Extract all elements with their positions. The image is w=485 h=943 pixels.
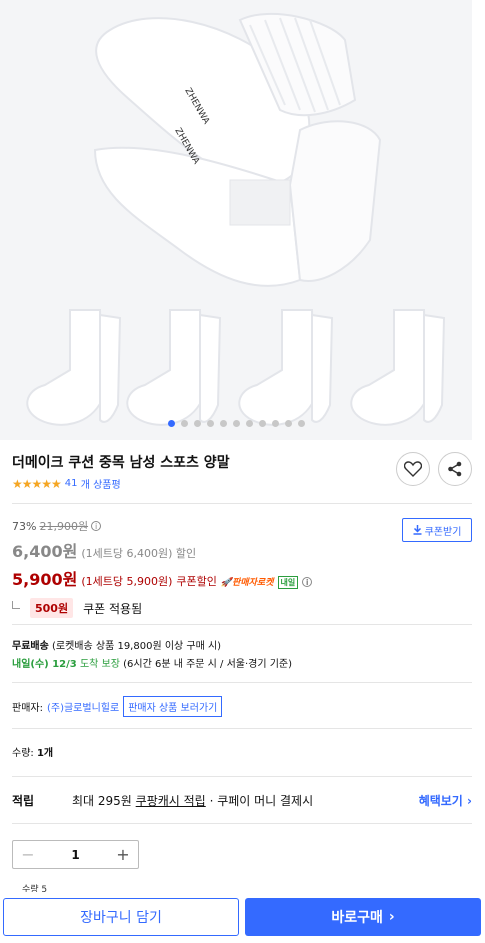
increase-button[interactable]: + (108, 845, 138, 864)
share-button[interactable] (438, 452, 472, 486)
download-icon (413, 525, 422, 535)
buy-now-button[interactable]: 바로구매 › (245, 898, 481, 936)
benefits-link[interactable]: 혜택보기 › (419, 792, 472, 809)
review-count[interactable]: 41 (65, 478, 78, 489)
divider (12, 503, 472, 504)
benefits-link-label: 혜택보기 (418, 794, 463, 808)
coupon-download-button[interactable]: 쿠폰받기 (402, 518, 472, 542)
gallery-dot[interactable] (167, 420, 175, 427)
product-image-gallery[interactable]: ZHENWA ZHENWA (0, 0, 472, 440)
gallery-pagination[interactable] (0, 420, 472, 427)
gallery-edge (472, 0, 485, 440)
quantity-stepper[interactable]: − 1 + (12, 840, 139, 869)
coupon-amount-badge: 500원 (30, 598, 74, 618)
cart-button-label: 장바구니 담기 (80, 910, 162, 926)
tomorrow-badge: 내일 (277, 576, 299, 589)
add-to-cart-button[interactable]: 장바구니 담기 (3, 898, 239, 936)
wishlist-button[interactable] (396, 452, 430, 486)
free-shipping-desc: (로켓배송 상품 19,800원 이상 구매 시) (52, 641, 222, 652)
shipping-info: 무료배송 (로켓배송 상품 19,800원 이상 구매 시) 내일(수) 12/… (12, 638, 292, 674)
product-header: 더메이크 쿠션 중목 남성 스포츠 양말 ★★★★★ 41 개 상품평 (12, 452, 472, 492)
gallery-dot[interactable] (245, 420, 253, 427)
info-icon[interactable]: i (302, 577, 313, 587)
coupon-price: 5,900원 (12, 570, 78, 589)
price-block: 73% 21,900원 i 6,400원 (1세트당 6,400원) 할인 5,… (12, 518, 472, 618)
gallery-dot[interactable] (284, 420, 292, 427)
coupon-applied-line: 500원 쿠폰 적용됨 (12, 598, 472, 618)
arrival-desc: (6시간 6분 내 주문 시 / 서울·경기 기준) (123, 659, 293, 670)
gallery-dot[interactable] (271, 420, 279, 427)
product-rating[interactable]: ★★★★★ 41 개 상품평 (12, 476, 121, 492)
gallery-dot[interactable] (219, 420, 227, 427)
chevron-right-icon: › (388, 909, 395, 925)
arrival-guarantee: 도착 보장 (79, 659, 120, 670)
product-image: ZHENWA ZHENWA (26, 12, 446, 426)
coupon-label: 쿠폰할인 (176, 575, 217, 588)
seller-products-button[interactable]: 판매자 상품 보러가기 (123, 696, 223, 717)
sale-price: 6,400원 (12, 542, 78, 561)
coupon-applied-text: 쿠폰 적용됨 (83, 601, 143, 616)
discount-rate: 73% (12, 519, 37, 533)
share-icon (448, 461, 462, 477)
info-icon[interactable]: i (91, 521, 102, 531)
coupon-unit: (1세트당 5,900원) (81, 575, 173, 588)
free-shipping-label: 무료배송 (12, 641, 49, 652)
bottom-action-bar: 장바구니 담기 바로구매 › (0, 892, 485, 943)
divider (12, 682, 472, 683)
divider (12, 823, 472, 824)
quantity-label: 수량: (12, 748, 34, 759)
original-price: 21,900원 (39, 520, 89, 533)
gallery-dot[interactable] (180, 420, 188, 427)
chevron-right-icon: › (467, 794, 472, 808)
seller-name[interactable]: (주)글로벌니힐로 (47, 699, 119, 714)
quantity-info: 수량: 1개 (12, 744, 53, 759)
indent-corner (12, 601, 20, 609)
divider (12, 728, 472, 729)
arrival-date: 내일(수) 12/3 (12, 659, 77, 670)
points-prefix: 최대 295원 (72, 794, 132, 808)
buy-button-label: 바로구매 (331, 910, 383, 926)
points-row: 적립 최대 295원 쿠팡캐시 적립 · 쿠페이 머니 결제시 혜택보기 › (12, 792, 472, 809)
points-suffix: · 쿠페이 머니 결제시 (209, 794, 314, 808)
coupang-cash-link[interactable]: 쿠팡캐시 적립 (136, 792, 206, 809)
coupon-button-label: 쿠폰받기 (424, 526, 462, 538)
gallery-dot[interactable] (232, 420, 240, 427)
gallery-dot[interactable] (258, 420, 266, 427)
quantity-value: 1개 (36, 748, 54, 759)
divider (12, 776, 472, 777)
gallery-dot[interactable] (297, 420, 305, 427)
decrease-button[interactable]: − (13, 845, 43, 864)
gallery-dot[interactable] (206, 420, 214, 427)
seller-info: 판매자: (주)글로벌니힐로 판매자 상품 보러가기 (12, 696, 223, 717)
points-head: 적립 (12, 794, 35, 808)
review-suffix[interactable]: 개 상품평 (81, 476, 121, 491)
quantity-input[interactable]: 1 (43, 848, 108, 862)
gallery-dot[interactable] (193, 420, 201, 427)
coupon-price-line: 5,900원 (1세트당 5,900원) 쿠폰할인 🚀판매자로켓 내일 i (12, 566, 472, 590)
divider (12, 624, 472, 625)
product-title: 더메이크 쿠션 중목 남성 스포츠 양말 (12, 455, 230, 471)
rating-stars: ★★★★★ (12, 476, 62, 491)
heart-icon (404, 461, 422, 477)
seller-label: 판매자: (12, 703, 43, 714)
rocket-badge: 🚀판매자로켓 (220, 578, 274, 588)
sale-unit: (1세트당 6,400원) 할인 (81, 547, 197, 560)
